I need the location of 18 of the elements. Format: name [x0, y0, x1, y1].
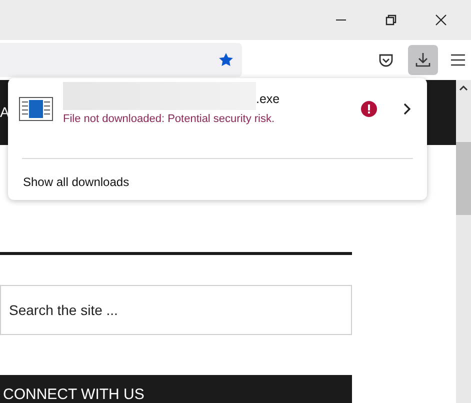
- restore-icon[interactable]: [385, 14, 397, 26]
- pocket-icon[interactable]: [378, 52, 394, 68]
- status-text: File not downloaded: Potential security risk.: [63, 112, 276, 127]
- section-title: CONNECT WITH US: [3, 385, 144, 403]
- download-item[interactable]: .exe File not downloaded: Potential security risk.: [8, 78, 427, 140]
- scroll-up-icon[interactable]: [459, 85, 468, 91]
- file-name: .exe: [256, 91, 280, 108]
- show-all-downloads-link[interactable]: Show all downloads: [23, 173, 427, 191]
- chevron-right-icon[interactable]: [403, 103, 411, 115]
- search-field[interactable]: Search the site ...: [0, 285, 352, 335]
- scrollbar[interactable]: [456, 80, 471, 403]
- downloads-button[interactable]: [408, 45, 438, 75]
- star-icon[interactable]: [218, 52, 234, 68]
- close-icon[interactable]: [435, 14, 447, 26]
- scrollbar-thumb[interactable]: [456, 142, 471, 215]
- download-icon: [415, 52, 431, 68]
- file-icon: [19, 97, 53, 121]
- menu-icon[interactable]: [451, 54, 465, 66]
